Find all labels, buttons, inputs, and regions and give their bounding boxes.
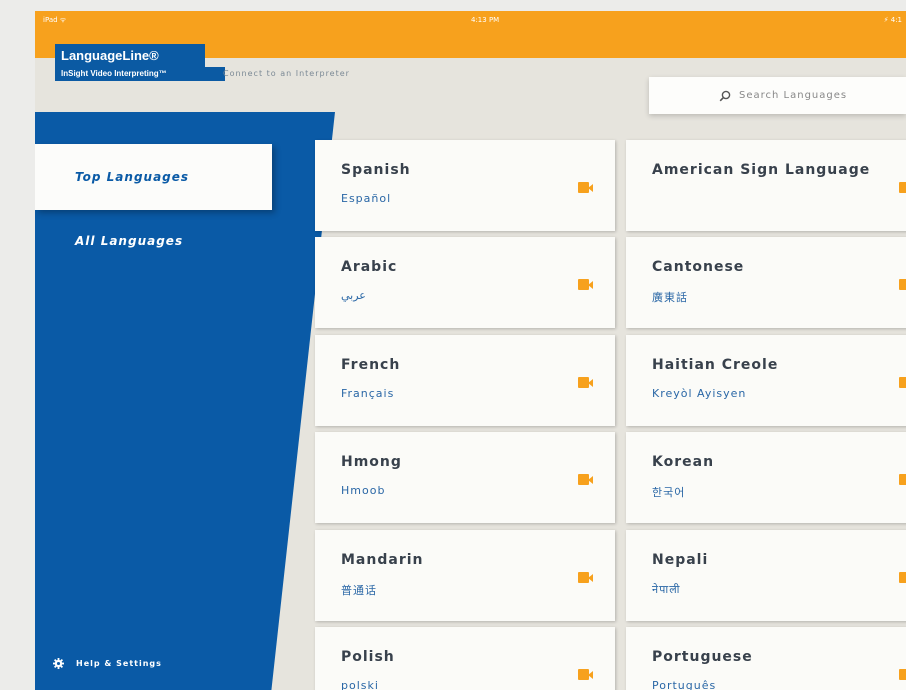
language-card[interactable]: Portuguese Português (626, 627, 906, 690)
language-card[interactable]: French Français (315, 335, 615, 426)
help-settings-button[interactable]: Help & Settings (53, 658, 162, 669)
language-native-name: polski (341, 679, 379, 690)
language-name: Nepali (652, 552, 709, 568)
logo-product: InSight Video Interpreting™ (55, 67, 225, 81)
help-settings-label: Help & Settings (76, 659, 162, 668)
language-native-name: Português (652, 679, 717, 690)
video-camera-icon[interactable] (578, 279, 593, 290)
language-name: Spanish (341, 162, 411, 178)
language-name: Hmong (341, 454, 402, 470)
video-camera-icon[interactable] (899, 572, 906, 583)
language-native-name: 普通话 (341, 584, 377, 597)
search-icon (719, 90, 731, 101)
language-card[interactable]: Polish polski (315, 627, 615, 690)
language-card[interactable]: American Sign Language (626, 140, 906, 231)
language-name: French (341, 357, 401, 373)
language-native-name: عربي (341, 289, 366, 302)
video-camera-icon[interactable] (899, 279, 906, 290)
sidebar-item-top-languages[interactable]: Top Languages (35, 144, 272, 210)
language-card[interactable]: Cantonese 廣東話 (626, 237, 906, 328)
language-native-name: नेपाली (652, 583, 681, 596)
language-card[interactable]: Nepali नेपाली (626, 530, 906, 621)
language-name: Polish (341, 649, 395, 665)
language-card[interactable]: Haitian Creole Kreyòl Ayisyen (626, 335, 906, 426)
language-native-name: 廣東話 (652, 291, 688, 304)
language-card[interactable]: Korean 한국어 (626, 432, 906, 523)
video-camera-icon[interactable] (578, 669, 593, 680)
language-native-name: Français (341, 387, 395, 400)
logo-brand: LanguageLine® (55, 44, 205, 68)
header-tagline: Connect to an Interpreter (223, 69, 350, 78)
language-name: American Sign Language (652, 162, 871, 178)
video-camera-icon[interactable] (899, 377, 906, 388)
search-input[interactable]: Search Languages (649, 77, 906, 114)
language-card[interactable]: Arabic عربي (315, 237, 615, 328)
language-name: Korean (652, 454, 715, 470)
language-card[interactable]: Hmong Hmoob (315, 432, 615, 523)
language-name: Portuguese (652, 649, 753, 665)
sidebar-item-all-languages[interactable]: All Languages (75, 234, 183, 248)
app-screen: iPad ᯤ 4:13 PM ⚡ 4:1 LanguageLine® InSig… (35, 11, 906, 690)
language-name: Haitian Creole (652, 357, 779, 373)
video-camera-icon[interactable] (578, 572, 593, 583)
status-carrier: iPad ᯤ (43, 16, 67, 24)
language-native-name: Hmoob (341, 484, 386, 497)
video-camera-icon[interactable] (578, 377, 593, 388)
search-placeholder: Search Languages (739, 90, 848, 101)
language-native-name: Kreyòl Ayisyen (652, 387, 747, 400)
video-camera-icon[interactable] (578, 182, 593, 193)
status-time: 4:13 PM (471, 16, 500, 24)
logo: LanguageLine® InSight Video Interpreting… (55, 44, 225, 86)
language-name: Cantonese (652, 259, 745, 275)
language-name: Mandarin (341, 552, 424, 568)
language-card[interactable]: Mandarin 普通话 (315, 530, 615, 621)
language-grid: Spanish Español American Sign Language Arab… (315, 140, 906, 690)
language-native-name: 한국어 (652, 486, 686, 499)
language-name: Arabic (341, 259, 398, 275)
sidebar-item-label: Top Languages (75, 170, 190, 184)
video-camera-icon[interactable] (899, 669, 906, 680)
language-native-name: Español (341, 192, 392, 205)
gear-icon (53, 658, 64, 669)
video-camera-icon[interactable] (899, 474, 906, 485)
video-camera-icon[interactable] (578, 474, 593, 485)
status-battery: ⚡ 4:1 (883, 16, 902, 24)
language-card[interactable]: Spanish Español (315, 140, 615, 231)
video-camera-icon[interactable] (899, 182, 906, 193)
